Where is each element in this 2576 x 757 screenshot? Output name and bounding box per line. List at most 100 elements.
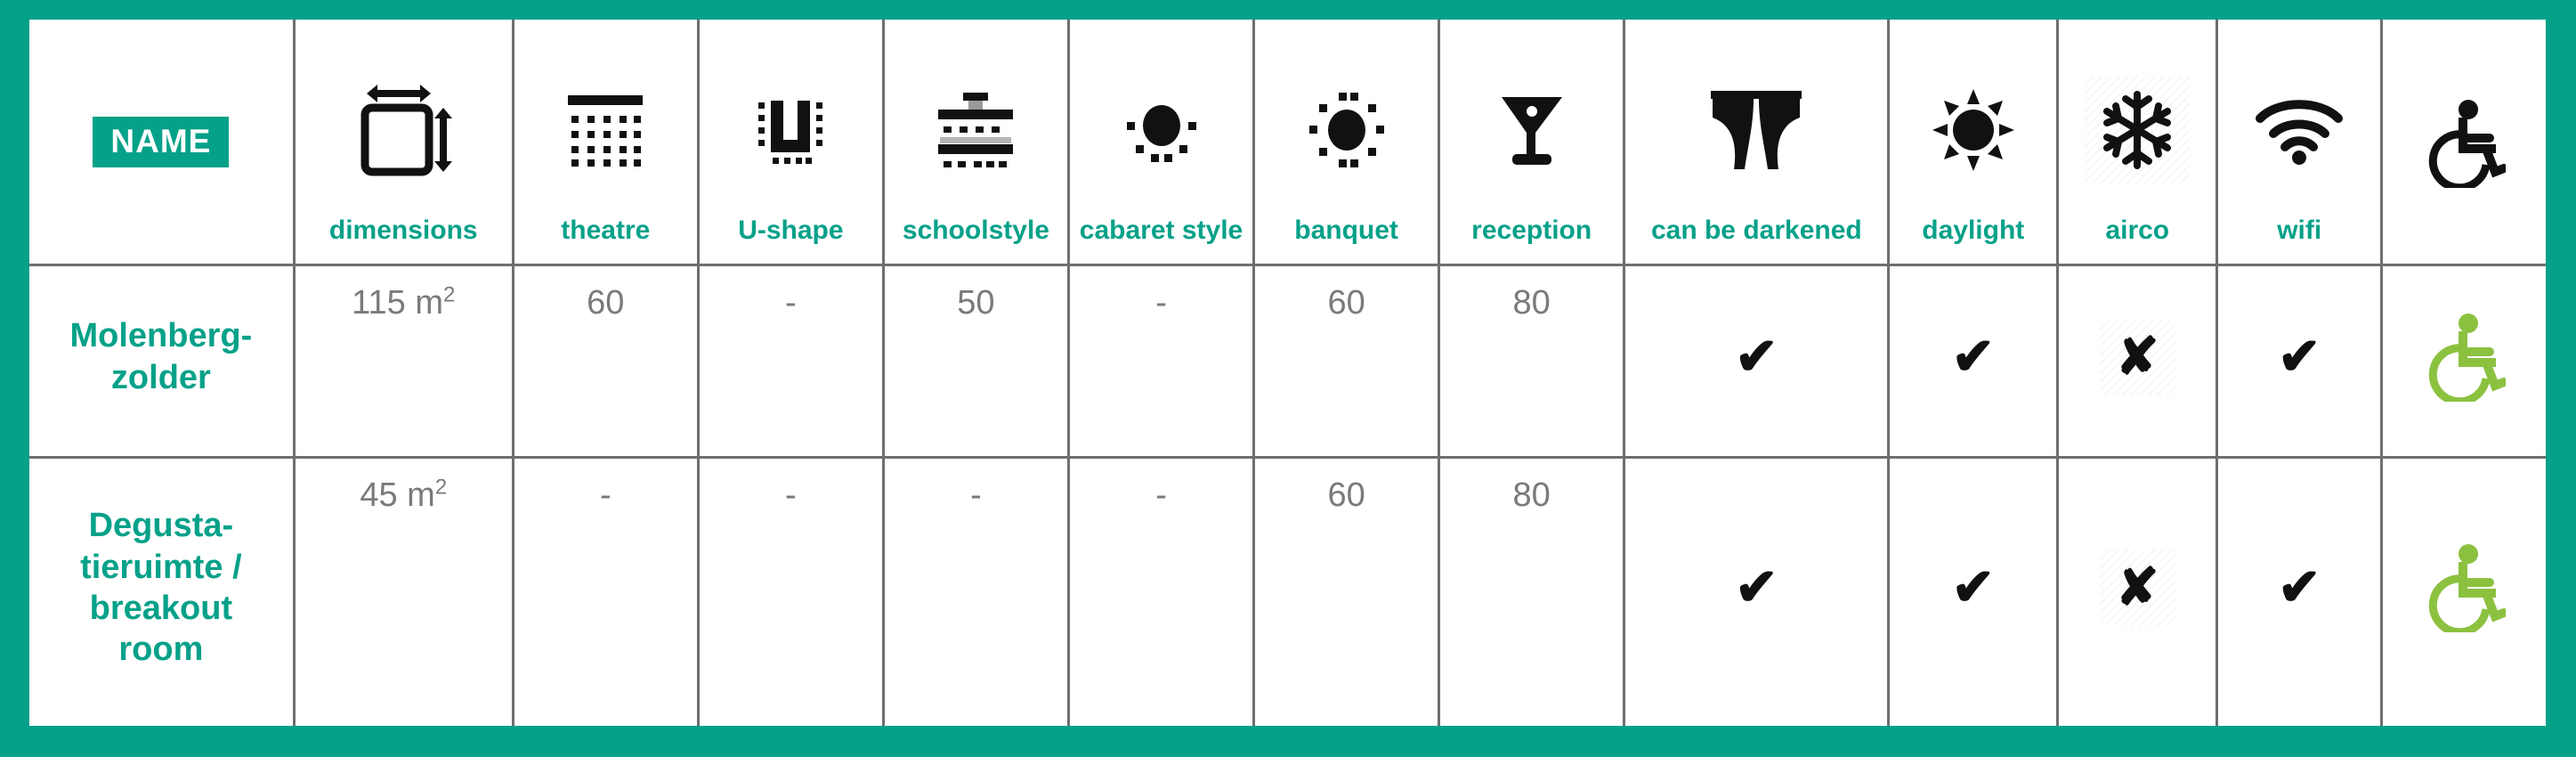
dimensions-icon [296,43,512,217]
dimensions-number: 45 [360,476,398,514]
cell-daylight: ✔ [1888,265,2060,459]
cabaret-value: - [1155,284,1167,322]
cell-wifi: ✔ [2216,457,2383,726]
cell-darkened: ✔ [1624,457,1891,726]
wheelchair-icon [2383,43,2546,244]
cell-ushape: - [698,457,885,726]
cell-accessible [2381,265,2546,459]
cell-dimensions: 45 m2 [294,457,514,726]
cell-cabaret: - [1068,265,1256,459]
header-label-ushape: U-shape [738,216,844,245]
check-icon: ✔ [2277,558,2321,616]
cell-banquet: 60 [1253,265,1441,459]
header-cell-daylight: daylight [1888,20,2060,266]
ushape-value: - [785,284,797,322]
check-icon: ✔ [1735,558,1778,616]
header-label-airco: airco [2105,216,2170,245]
dimensions-exponent: 2 [442,282,456,307]
header-label-banquet: banquet [1294,216,1398,245]
sun-icon [1890,43,2056,217]
room-name-line: breakout [89,590,233,627]
header-cell-cabaret: cabaret style [1068,20,1256,266]
cell-theatre: 60 [513,265,700,459]
header-cell-accessible [2381,20,2546,266]
room-name-text: Degusta- tieruimte / breakout room [80,505,242,670]
cell-airco: ✘ [2057,265,2219,459]
theatre-seating-icon [514,43,697,217]
table-header-row: NAME dimensions theatre U-shape schoolst… [29,20,2546,266]
room-name-text: Molenberg- zolder [69,315,252,398]
cell-theatre: - [513,457,700,726]
theatre-value: - [599,476,612,514]
header-label-darkened: can be darkened [1650,216,1862,245]
banquet-seating-icon [1255,43,1438,217]
u-shape-seating-icon [700,43,882,217]
header-cell-airco: airco [2057,20,2219,266]
header-cell-banquet: banquet [1253,20,1441,266]
room-name-cell: Degusta- tieruimte / breakout room [29,457,296,726]
header-label-daylight: daylight [1922,216,2025,245]
snowflake-icon [2059,43,2216,217]
room-capacity-table: NAME dimensions theatre U-shape schoolst… [29,20,2546,726]
banquet-value: 60 [1327,284,1365,322]
cell-airco: ✘ [2057,457,2219,726]
header-label-dimensions: dimensions [328,216,478,245]
dimensions-unit: m [407,476,435,514]
name-badge: NAME [93,116,230,167]
header-label-theatre: theatre [561,216,651,245]
check-icon: ✔ [1951,327,1996,386]
cross-icon: ✘ [2099,318,2175,395]
reception-value: 80 [1512,284,1551,322]
header-cell-theatre: theatre [513,20,700,266]
wifi-icon [2218,43,2380,217]
ushape-value: - [785,476,797,514]
table-row: Degusta- tieruimte / breakout room 45 m2… [29,457,2546,726]
dimensions-exponent: 2 [434,475,448,500]
check-icon: ✔ [1951,558,1996,616]
schoolstyle-value: 50 [957,284,995,322]
room-name-line: Degusta- [88,507,234,545]
cell-accessible [2381,457,2546,726]
cell-wifi: ✔ [2216,265,2383,459]
schoolstyle-seating-icon [885,43,1067,217]
room-name-line: room [118,631,204,669]
header-cell-darkened: can be darkened [1624,20,1891,266]
schoolstyle-value: - [970,476,982,514]
cell-ushape: - [698,265,885,459]
theatre-value: 60 [587,284,625,322]
cell-darkened: ✔ [1624,265,1891,459]
cross-icon: ✘ [2099,549,2175,626]
cell-reception: 80 [1438,265,1626,459]
cell-reception: 80 [1438,457,1626,726]
check-icon: ✔ [1735,327,1778,386]
cabaret-style-seating-icon [1070,43,1252,217]
header-cell-dimensions: dimensions [294,20,514,266]
header-label-cabaret: cabaret style [1079,216,1243,245]
header-cell-ushape: U-shape [698,20,885,266]
cell-schoolstyle: 50 [883,265,1070,459]
dimensions-number: 115 [352,284,406,322]
dimensions-unit: m [415,284,443,322]
wheelchair-icon [2422,313,2507,402]
wheelchair-icon [2422,543,2507,632]
header-cell-wifi: wifi [2216,20,2383,266]
room-name-line: Molenberg- [69,317,253,355]
cell-daylight: ✔ [1888,457,2060,726]
room-name-line: tieruimte / [80,548,242,586]
capacity-table-frame: NAME dimensions theatre U-shape schoolst… [29,20,2546,726]
room-name-cell: Molenberg- zolder [29,265,296,459]
header-cell-schoolstyle: schoolstyle [883,20,1070,266]
header-cell-reception: reception [1438,20,1626,266]
curtain-icon [1625,43,1887,217]
banquet-value: 60 [1327,476,1365,514]
header-label-wifi: wifi [2277,216,2322,245]
dimensions-value: 45 m2 [360,475,448,514]
cell-dimensions: 115 m2 [294,265,514,459]
room-name-line: zolder [110,358,211,396]
dimensions-value: 115 m2 [352,284,455,322]
cell-schoolstyle: - [883,457,1070,726]
header-cell-name: NAME [29,20,296,266]
table-row: Molenberg- zolder 115 m2 60 - 50 - 60 80 [29,265,2546,459]
cocktail-glass-icon [1440,43,1623,217]
check-icon: ✔ [2277,327,2321,386]
